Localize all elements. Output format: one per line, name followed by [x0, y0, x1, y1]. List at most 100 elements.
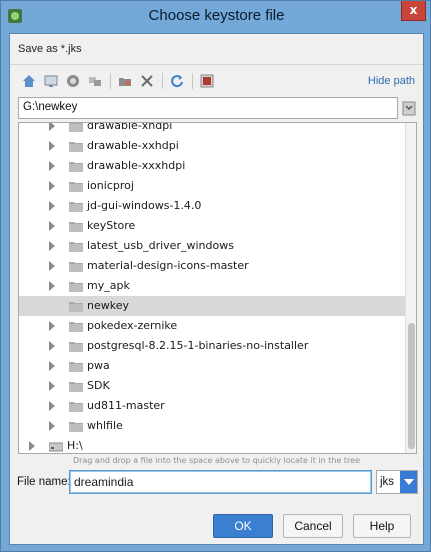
- file-tree[interactable]: H:\ whlfile ud811-master SDK pwa postgresql-8…: [18, 122, 417, 454]
- module-icon[interactable]: [86, 72, 104, 90]
- folder-icon: [69, 402, 83, 412]
- expand-arrow-icon[interactable]: [49, 161, 55, 171]
- new-folder-icon[interactable]: [116, 72, 134, 90]
- folder-icon: [69, 362, 83, 372]
- folder-icon: [69, 162, 83, 172]
- tree-scrollbar[interactable]: [405, 123, 416, 453]
- home-icon[interactable]: [20, 72, 38, 90]
- refresh-icon[interactable]: [168, 72, 186, 90]
- tree-row[interactable]: postgresql-8.2.15-1-binaries-no-installe…: [19, 336, 407, 356]
- folder-icon: [69, 182, 83, 192]
- file-toolbar: Hide path: [18, 70, 415, 92]
- ok-button[interactable]: OK: [213, 514, 273, 538]
- tree-row-label: SDK: [87, 379, 110, 392]
- tree-row[interactable]: my_apk: [19, 276, 407, 296]
- expand-arrow-icon[interactable]: [49, 221, 55, 231]
- tree-row-label: material-design-icons-master: [87, 259, 249, 272]
- help-button[interactable]: Help: [353, 514, 411, 538]
- tree-row-label: pwa: [87, 359, 110, 372]
- folder-icon: [69, 262, 83, 272]
- tree-row-label: pokedex-zernike: [87, 319, 178, 332]
- toolbar-separator: [162, 73, 163, 89]
- expand-arrow-icon[interactable]: [49, 401, 55, 411]
- hide-path-link[interactable]: Hide path: [368, 75, 415, 87]
- tree-row[interactable]: material-design-icons-master: [19, 256, 407, 276]
- tree-row-label: latest_usb_driver_windows: [87, 239, 234, 252]
- tree-row[interactable]: SDK: [19, 376, 407, 396]
- dialog-subtitle: Save as *.jks: [18, 43, 82, 55]
- folder-icon: [69, 142, 83, 152]
- path-history-icon[interactable]: [401, 99, 417, 117]
- expand-arrow-icon[interactable]: [49, 141, 55, 151]
- extension-value: jks: [380, 476, 395, 488]
- expand-arrow-icon[interactable]: [49, 321, 55, 331]
- tree-row[interactable]: ionicproj: [19, 176, 407, 196]
- tree-row-label: my_apk: [87, 279, 130, 292]
- tree-row-label: postgresql-8.2.15-1-binaries-no-installe…: [87, 339, 309, 352]
- delete-icon[interactable]: [138, 72, 156, 90]
- show-hidden-icon[interactable]: [198, 72, 216, 90]
- file-name-input[interactable]: dreamindia: [69, 470, 372, 494]
- tree-row[interactable]: drawable-xxhdpi: [19, 136, 407, 156]
- folder-icon: [69, 322, 83, 332]
- tree-row[interactable]: drawable-xxxhdpi: [19, 156, 407, 176]
- dialog-body: Save as *.jks Hide path G:\newkey H:\ wh…: [9, 33, 424, 545]
- cancel-button[interactable]: Cancel: [283, 514, 343, 538]
- expand-arrow-icon[interactable]: [49, 381, 55, 391]
- title-bar: Choose keystore file x: [1, 1, 431, 33]
- tree-row-label: ud811-master: [87, 399, 165, 412]
- path-input[interactable]: G:\newkey: [18, 97, 398, 119]
- expand-arrow-icon[interactable]: [49, 123, 55, 131]
- tree-row-label: whlfile: [87, 419, 123, 432]
- tree-row-label: keyStore: [87, 219, 136, 232]
- tree-row-label: jd-gui-windows-1.4.0: [87, 199, 202, 212]
- drag-drop-hint: Drag and drop a file into the space abov…: [72, 456, 361, 465]
- dialog-window: Choose keystore file x Save as *.jks Hid…: [0, 0, 431, 552]
- folder-icon: [69, 282, 83, 292]
- folder-icon: [69, 422, 83, 432]
- tree-row[interactable]: jd-gui-windows-1.4.0: [19, 196, 407, 216]
- tree-row-label: drawable-xhdpi: [87, 122, 173, 132]
- tree-row[interactable]: pwa: [19, 356, 407, 376]
- project-icon[interactable]: [64, 72, 82, 90]
- tree-row[interactable]: drawable-xhdpi: [19, 122, 407, 136]
- tree-row-label: drawable-xxxhdpi: [87, 159, 186, 172]
- folder-icon: [69, 342, 83, 352]
- tree-row[interactable]: pokedex-zernike: [19, 316, 407, 336]
- expand-arrow-icon[interactable]: [49, 261, 55, 271]
- tree-row[interactable]: keyStore: [19, 216, 407, 236]
- expand-arrow-icon[interactable]: [29, 441, 35, 451]
- folder-icon: [69, 242, 83, 252]
- expand-arrow-icon[interactable]: [49, 181, 55, 191]
- path-row: G:\newkey: [18, 97, 417, 121]
- scrollbar-thumb[interactable]: [408, 323, 415, 449]
- folder-icon: [69, 123, 83, 132]
- expand-arrow-icon[interactable]: [49, 341, 55, 351]
- expand-arrow-icon[interactable]: [49, 201, 55, 211]
- folder-icon: [69, 382, 83, 392]
- tree-row[interactable]: ud811-master: [19, 396, 407, 416]
- tree-row-label: newkey: [87, 299, 129, 312]
- divider: [10, 64, 423, 65]
- expand-arrow-icon[interactable]: [49, 241, 55, 251]
- drive-icon: [49, 442, 63, 452]
- tree-row[interactable]: latest_usb_driver_windows: [19, 236, 407, 256]
- folder-icon: [69, 222, 83, 232]
- file-name-label: File name:: [17, 476, 71, 488]
- folder-icon: [69, 302, 83, 312]
- tree-row[interactable]: newkey: [19, 296, 407, 316]
- expand-arrow-icon[interactable]: [49, 281, 55, 291]
- toolbar-separator: [110, 73, 111, 89]
- extension-dropdown-button[interactable]: [400, 471, 417, 493]
- expand-arrow-icon[interactable]: [49, 421, 55, 431]
- desktop-icon[interactable]: [42, 72, 60, 90]
- tree-row-label: drawable-xxhdpi: [87, 139, 179, 152]
- tree-row-label: H:\: [67, 439, 83, 452]
- tree-row[interactable]: H:\: [19, 436, 407, 453]
- extension-select[interactable]: jks: [376, 470, 418, 494]
- close-button[interactable]: x: [401, 1, 426, 21]
- folder-icon: [69, 202, 83, 212]
- window-title: Choose keystore file: [148, 7, 285, 24]
- tree-row[interactable]: whlfile: [19, 416, 407, 436]
- expand-arrow-icon[interactable]: [49, 361, 55, 371]
